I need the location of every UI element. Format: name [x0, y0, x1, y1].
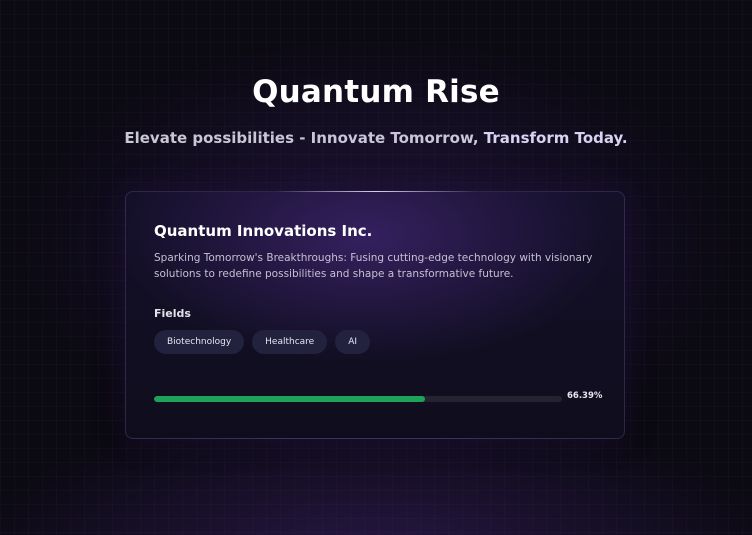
company-name: Quantum Innovations Inc.: [154, 222, 373, 240]
progress-bar: [154, 396, 562, 402]
card-top-glow: [276, 191, 476, 192]
subtitle-main-text: Elevate possibilities - Innovate Tomorro…: [124, 129, 479, 147]
fields-heading: Fields: [154, 307, 191, 320]
company-description: Sparking Tomorrow's Breakthroughs: Fusin…: [154, 252, 593, 280]
page-subtitle: Elevate possibilities - Innovate Tomorro…: [0, 129, 752, 147]
progress-percentage: 66.39%: [567, 391, 603, 401]
progress-bar-fill: [154, 396, 425, 402]
field-tag-ai[interactable]: AI: [335, 330, 371, 354]
subtitle-accent-text: Transform Today.: [483, 129, 628, 147]
field-tag-healthcare[interactable]: Healthcare: [252, 330, 328, 354]
field-tag-biotechnology[interactable]: Biotechnology: [154, 330, 245, 354]
field-tags: Biotechnology Healthcare AI: [154, 330, 371, 354]
page-title: Quantum Rise: [252, 74, 500, 110]
company-card: Quantum Innovations Inc. Sparking Tomorr…: [125, 191, 625, 439]
